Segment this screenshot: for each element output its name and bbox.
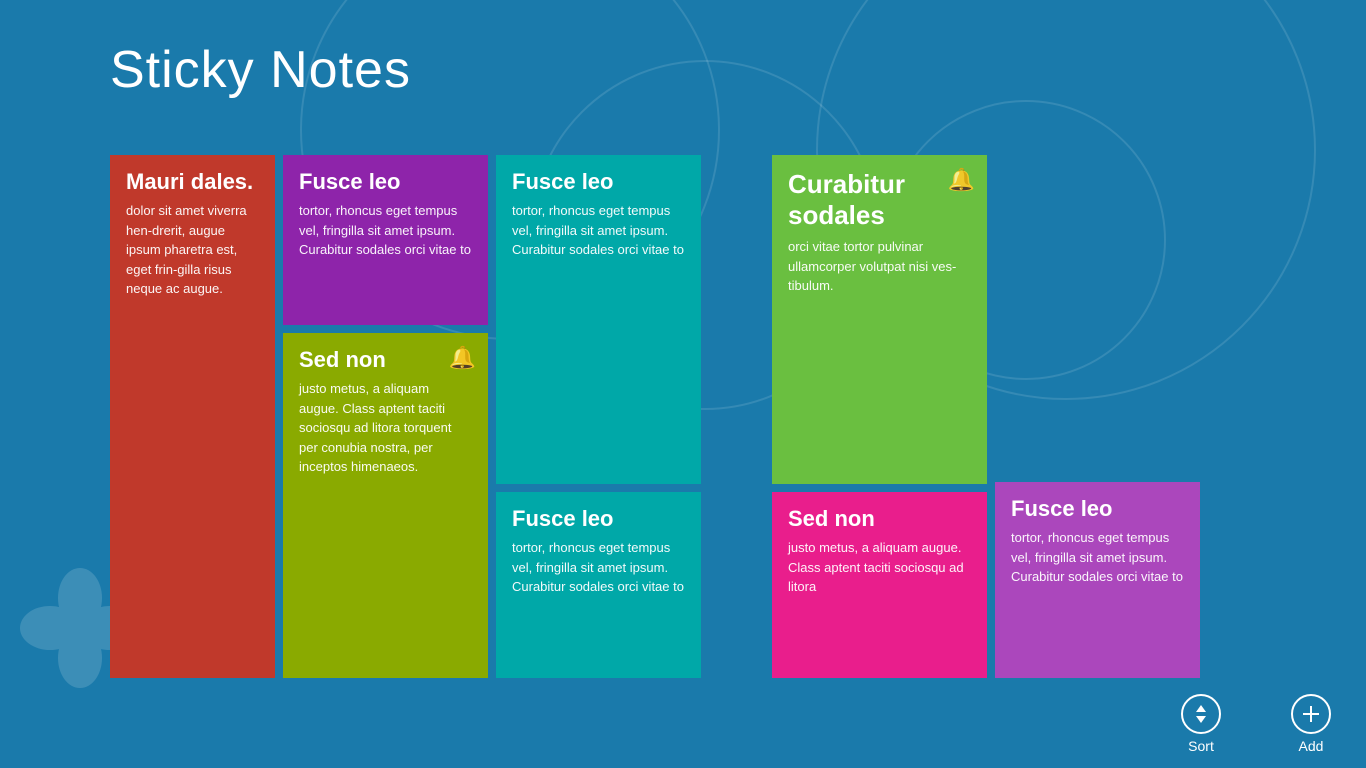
sort-button[interactable]: Sort: [1146, 680, 1256, 768]
note-6[interactable]: 🔔 Curabitur sodales orci vitae tortor pu…: [772, 155, 987, 484]
page-title: Sticky Notes: [110, 40, 411, 100]
note-3-bell-icon: 🔔: [449, 345, 476, 371]
note-5-title: Fusce leo: [512, 506, 685, 532]
note-3[interactable]: 🔔 Sed non justo metus, a aliquam augue. …: [283, 333, 488, 678]
note-2[interactable]: Fusce leo tortor, rhoncus eget tempus ve…: [283, 155, 488, 325]
add-label: Add: [1299, 738, 1324, 754]
note-7[interactable]: Sed non justo metus, a aliquam augue. Cl…: [772, 492, 987, 678]
col-5: 🔔 Curabitur sodales orci vitae tortor pu…: [772, 155, 987, 678]
sort-arrows-svg: [1190, 703, 1212, 725]
add-plus-svg: [1300, 703, 1322, 725]
note-8-title: Fusce leo: [1011, 496, 1184, 522]
note-8-body: tortor, rhoncus eget tempus vel, fringil…: [1011, 528, 1184, 587]
note-8[interactable]: Fusce leo tortor, rhoncus eget tempus ve…: [995, 482, 1200, 678]
col-3: Fusce leo tortor, rhoncus eget tempus ve…: [496, 155, 701, 678]
add-button[interactable]: Add: [1256, 680, 1366, 768]
note-6-title: Curabitur sodales: [788, 169, 971, 231]
note-5-body: tortor, rhoncus eget tempus vel, fringil…: [512, 538, 685, 597]
note-2-body: tortor, rhoncus eget tempus vel, fringil…: [299, 201, 472, 260]
sort-icon: [1181, 694, 1221, 734]
grid-gap: [709, 155, 764, 678]
note-3-body: justo metus, a aliquam augue. Class apte…: [299, 379, 472, 477]
note-2-title: Fusce leo: [299, 169, 472, 195]
note-3-title: Sed non: [299, 347, 472, 373]
note-7-body: justo metus, a aliquam augue. Class apte…: [788, 538, 971, 597]
note-1-title: Mauri dales.: [126, 169, 259, 195]
note-4-body: tortor, rhoncus eget tempus vel, fringil…: [512, 201, 685, 260]
note-1-body: dolor sit amet viverra hen-drerit, augue…: [126, 201, 259, 299]
note-6-bell-icon: 🔔: [948, 167, 975, 193]
add-icon: [1291, 694, 1331, 734]
note-4-title: Fusce leo: [512, 169, 685, 195]
col-2: Fusce leo tortor, rhoncus eget tempus ve…: [283, 155, 488, 678]
col-6-spacer: [995, 155, 1200, 474]
note-7-title: Sed non: [788, 506, 971, 532]
note-4[interactable]: Fusce leo tortor, rhoncus eget tempus ve…: [496, 155, 701, 484]
col-6: Fusce leo tortor, rhoncus eget tempus ve…: [995, 155, 1200, 678]
sort-label: Sort: [1188, 738, 1214, 754]
note-5[interactable]: Fusce leo tortor, rhoncus eget tempus ve…: [496, 492, 701, 678]
note-1[interactable]: Mauri dales. dolor sit amet viverra hen-…: [110, 155, 275, 678]
notes-grid: Mauri dales. dolor sit amet viverra hen-…: [110, 155, 1366, 678]
col-1: Mauri dales. dolor sit amet viverra hen-…: [110, 155, 275, 678]
toolbar: Sort Add: [1146, 680, 1366, 768]
note-6-body: orci vitae tortor pulvinar ullamcorper v…: [788, 237, 971, 296]
